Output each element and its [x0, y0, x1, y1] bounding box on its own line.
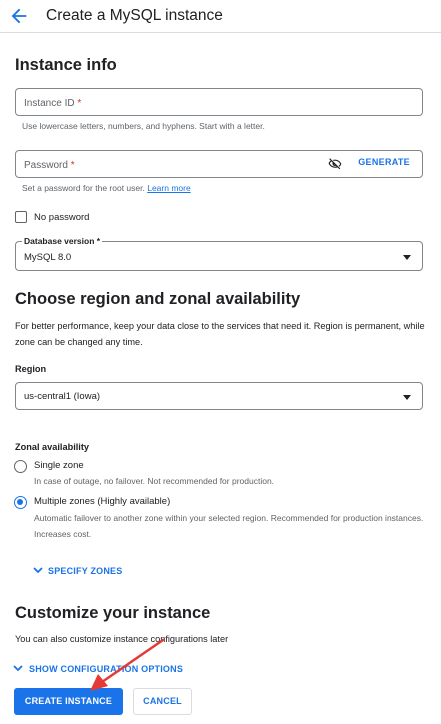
password-helper: Set a password for the root user. Learn …	[22, 183, 191, 193]
instance-id-helper: Use lowercase letters, numbers, and hyph…	[22, 121, 265, 131]
region-description: For better performance, keep your data c…	[15, 321, 425, 347]
instance-id-placeholder: Instance ID *	[24, 98, 82, 109]
database-version-label: Database version *	[22, 236, 103, 246]
arrow-back-icon[interactable]	[8, 5, 30, 27]
instance-info-title: Instance info	[15, 56, 117, 74]
app-header: Create a MySQL instance	[0, 0, 441, 33]
no-password-checkbox[interactable]	[15, 211, 27, 223]
specify-zones-button[interactable]: SPECIFY ZONES	[48, 566, 122, 576]
show-configuration-options-button[interactable]: SHOW CONFIGURATION OPTIONS	[29, 664, 183, 674]
region-value: us-central1 (Iowa)	[24, 391, 101, 402]
chevron-down-icon	[33, 567, 43, 574]
page-title: Create a MySQL instance	[46, 7, 223, 24]
single-zone-description: In case of outage, no failover. Not reco…	[34, 476, 275, 486]
visibility-off-icon[interactable]	[328, 157, 342, 171]
caret-down-icon	[403, 395, 411, 400]
region-section-title: Choose region and zonal availability	[15, 290, 301, 308]
caret-down-icon	[403, 255, 411, 260]
cancel-button[interactable]: CANCEL	[133, 688, 192, 715]
region-label: Region	[15, 364, 47, 374]
single-zone-radio[interactable]	[14, 460, 27, 473]
multiple-zones-description: Automatic failover to another zone withi…	[34, 513, 424, 539]
database-version-select[interactable]: Database version * MySQL 8.0	[15, 236, 423, 271]
no-password-label: No password	[34, 212, 90, 223]
customize-section-title: Customize your instance	[15, 604, 211, 622]
zonal-availability-label: Zonal availability	[15, 442, 90, 452]
password-placeholder: Password *	[24, 160, 75, 171]
customize-description: You can also customize instance configur…	[15, 634, 229, 644]
region-select[interactable]: us-central1 (Iowa)	[15, 382, 423, 410]
generate-password-button[interactable]: GENERATE	[358, 157, 410, 167]
single-zone-label: Single zone	[34, 460, 84, 471]
multiple-zones-radio[interactable]	[14, 496, 27, 509]
chevron-down-icon	[13, 665, 23, 672]
database-version-value: MySQL 8.0	[24, 252, 72, 263]
instance-id-field[interactable]: Instance ID *	[15, 88, 423, 116]
create-instance-button[interactable]: CREATE INSTANCE	[14, 688, 123, 715]
learn-more-link[interactable]: Learn more	[147, 183, 190, 193]
password-field[interactable]: Password * GENERATE	[15, 150, 423, 178]
multiple-zones-label: Multiple zones (Highly available)	[34, 496, 171, 507]
